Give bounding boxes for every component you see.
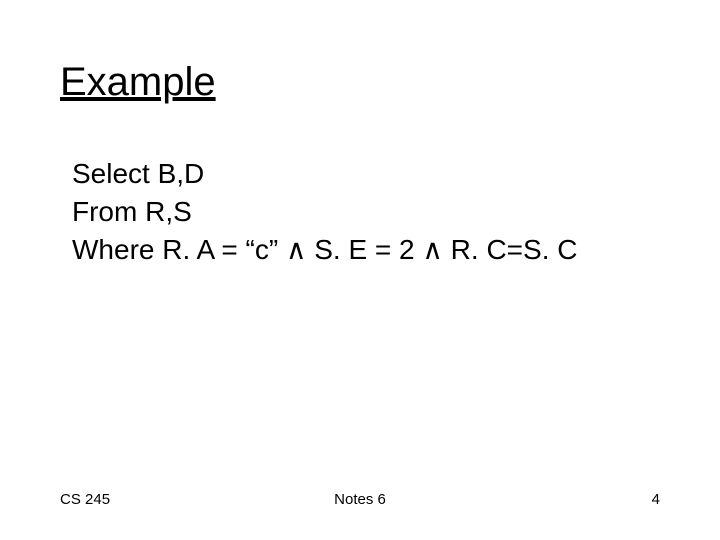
body-line-1: Select B,D bbox=[72, 155, 577, 193]
body-line-2: From R,S bbox=[72, 193, 577, 231]
slide-body: Select B,D From R,S Where R. A = “c” ∧ S… bbox=[72, 155, 577, 268]
footer-center: Notes 6 bbox=[0, 491, 720, 508]
footer-right: 4 bbox=[652, 491, 660, 508]
slide-title: Example bbox=[60, 60, 216, 105]
body-line-3: Where R. A = “c” ∧ S. E = 2 ∧ R. C=S. C bbox=[72, 231, 577, 269]
slide: Example Select B,D From R,S Where R. A =… bbox=[0, 0, 720, 540]
